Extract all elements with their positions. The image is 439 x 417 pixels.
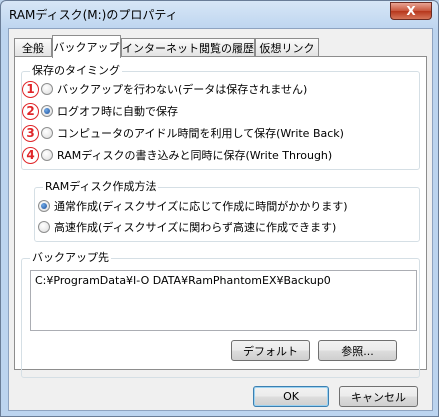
timing-option-label: RAMディスクの書き込みと同時に保存(Write Through) <box>57 149 333 162</box>
cancel-button[interactable]: キャンセル <box>339 386 418 407</box>
backup-path-field[interactable]: C:¥ProgramData¥I-O DATA¥RamPhantomEX¥Bac… <box>30 270 417 331</box>
backup-destination-title: バックアップ先 <box>30 251 111 265</box>
radio-fast-create[interactable] <box>38 221 50 233</box>
timing-option-none[interactable]: 1 バックアップを行わない(データは保存されません) <box>22 80 307 98</box>
number-badge-3: 3 <box>22 124 39 142</box>
dialog-client: 全般 バックアップ インターネット閲覧の履歴 仮想リンク 保存のタイミング 1 … <box>8 28 433 411</box>
radio-write-through[interactable] <box>41 149 53 161</box>
timing-option-label: バックアップを行わない(データは保存されません) <box>57 83 308 96</box>
ok-button[interactable]: OK <box>253 386 329 407</box>
creation-option-label: 通常作成(ディスクサイズに応じて作成に時間がかかります) <box>54 200 348 213</box>
number-badge-4: 4 <box>22 146 39 164</box>
radio-no-backup[interactable] <box>41 83 53 95</box>
creation-option-label: 高速作成(ディスクサイズに関わらず高速に作成できます) <box>54 221 337 234</box>
tab-bar: 全般 バックアップ インターネット閲覧の履歴 仮想リンク <box>14 35 427 58</box>
timing-option-label: ログオフ時に自動で保存 <box>57 105 178 118</box>
creation-method-group: RAMディスク作成方法 通常作成(ディスクサイズに応じて作成に時間がかかります)… <box>34 180 420 242</box>
creation-method-title: RAMディスク作成方法 <box>43 180 159 194</box>
creation-option-fast[interactable]: 高速作成(ディスクサイズに関わらず高速に作成できます) <box>38 218 336 236</box>
radio-logoff-save[interactable] <box>41 105 53 117</box>
browse-button[interactable]: 参照... <box>318 340 397 361</box>
close-button[interactable]: X <box>390 2 432 20</box>
number-badge-1: 1 <box>22 80 39 98</box>
timing-option-write-through[interactable]: 4 RAMディスクの書き込みと同時に保存(Write Through) <box>22 146 332 164</box>
tab-backup[interactable]: バックアップ <box>52 35 121 58</box>
window-title: RAMディスク(M:)のプロパティ <box>9 8 178 22</box>
number-badge-2: 2 <box>22 102 39 120</box>
radio-write-back[interactable] <box>41 127 53 139</box>
title-bar[interactable]: RAMディスク(M:)のプロパティ X <box>1 1 438 27</box>
tab-browsing-history[interactable]: インターネット閲覧の履歴 <box>121 38 255 56</box>
tab-general[interactable]: 全般 <box>14 38 52 56</box>
timing-option-write-back[interactable]: 3 コンピュータのアイドル時間を利用して保存(Write Back) <box>22 124 344 142</box>
backup-destination-group: バックアップ先 C:¥ProgramData¥I-O DATA¥RamPhant… <box>21 251 420 378</box>
backup-tab-panel: 保存のタイミング 1 バックアップを行わない(データは保存されません) 2 ログ… <box>14 56 427 378</box>
timing-option-logoff[interactable]: 2 ログオフ時に自動で保存 <box>22 102 178 120</box>
timing-option-label: コンピュータのアイドル時間を利用して保存(Write Back) <box>57 127 344 140</box>
creation-option-normal[interactable]: 通常作成(ディスクサイズに応じて作成に時間がかかります) <box>38 197 347 215</box>
radio-normal-create[interactable] <box>38 200 50 212</box>
save-timing-title: 保存のタイミング <box>30 64 122 78</box>
properties-window: RAMディスク(M:)のプロパティ X 全般 バックアップ インターネット閲覧の… <box>0 0 439 417</box>
tab-virtual-link[interactable]: 仮想リンク <box>255 38 319 56</box>
save-timing-group: 保存のタイミング 1 バックアップを行わない(データは保存されません) 2 ログ… <box>21 64 420 170</box>
default-button[interactable]: デフォルト <box>231 340 310 361</box>
